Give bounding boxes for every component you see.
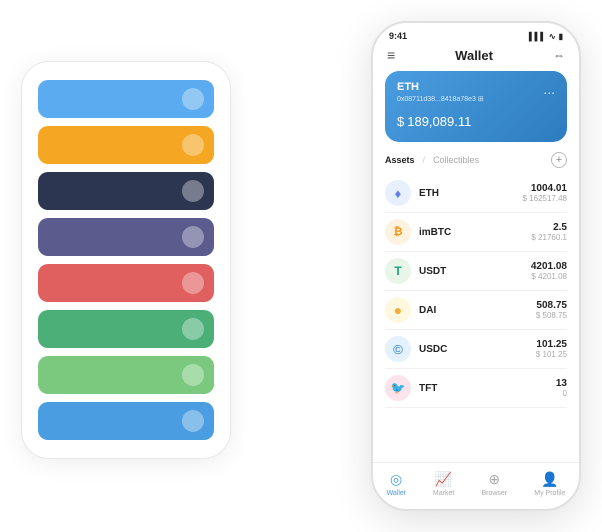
tft-name: TFT — [419, 383, 556, 394]
eth-card-coin: ETH — [397, 81, 555, 93]
eth-amount: 1004.01 — [523, 183, 568, 194]
battery-icon: ▮ — [559, 32, 563, 41]
tab-collectibles[interactable]: Collectibles — [433, 155, 479, 165]
imbtc-amounts: 2.5 $ 21760.1 — [531, 222, 567, 242]
expand-icon[interactable]: ⇔ — [553, 48, 565, 62]
asset-row-imbtc[interactable]: ₿ imBTC 2.5 $ 21760.1 — [385, 213, 567, 252]
tab-slash: / — [423, 155, 426, 165]
page-title: Wallet — [455, 48, 493, 63]
imbtc-name: imBTC — [419, 227, 531, 238]
dai-amount: 508.75 — [536, 300, 567, 311]
wallet-nav-icon: ◎ — [390, 471, 402, 488]
eth-card-address: 0x08711d38...8418a78e3 ⊞ — [397, 95, 555, 103]
browser-nav-icon: ⊕ — [488, 471, 500, 488]
imbtc-usd: $ 21760.1 — [531, 233, 567, 242]
nav-market[interactable]: 📈 Market — [433, 471, 454, 497]
status-time: 9:41 — [389, 31, 407, 41]
usdc-amounts: 101.25 $ 101.25 — [536, 339, 567, 359]
status-bar: 9:41 ▌▌▌ ∿ ▮ — [373, 23, 579, 45]
asset-row-usdc[interactable]: © USDC 101.25 $ 101.25 — [385, 330, 567, 369]
asset-row-tft[interactable]: 🐦 TFT 13 0 — [385, 369, 567, 408]
wifi-icon: ∿ — [549, 32, 556, 41]
card-item-7 — [38, 356, 214, 394]
card-item-6 — [38, 310, 214, 348]
tft-amount: 13 — [556, 378, 567, 389]
profile-nav-label: My Profile — [534, 490, 565, 497]
dai-usd: $ 508.75 — [536, 311, 567, 320]
usdt-usd: $ 4201.08 — [531, 272, 567, 281]
market-nav-label: Market — [433, 490, 454, 497]
usdc-usd: $ 101.25 — [536, 350, 567, 359]
imbtc-icon: ₿ — [385, 219, 411, 245]
usdt-name: USDT — [419, 266, 531, 277]
card-item-5 — [38, 264, 214, 302]
imbtc-amount: 2.5 — [531, 222, 567, 233]
app-header: ≡ Wallet ⇔ — [373, 45, 579, 71]
card-item-3 — [38, 172, 214, 210]
card-stack — [21, 61, 231, 459]
wallet-nav-label: Wallet — [387, 490, 406, 497]
eth-wallet-card[interactable]: ... ETH 0x08711d38...8418a78e3 ⊞ $189,08… — [385, 71, 567, 142]
browser-nav-label: Browser — [481, 490, 507, 497]
menu-icon[interactable]: ≡ — [387, 47, 395, 63]
card-item-1 — [38, 80, 214, 118]
eth-card-balance: $189,089.11 — [397, 109, 555, 132]
tft-usd: 0 — [556, 389, 567, 398]
nav-profile[interactable]: 👤 My Profile — [534, 471, 565, 497]
usdc-icon: © — [385, 336, 411, 362]
tab-assets[interactable]: Assets — [385, 155, 415, 165]
status-icons: ▌▌▌ ∿ ▮ — [529, 32, 563, 41]
tft-icon: 🐦 — [385, 375, 411, 401]
asset-row-dai[interactable]: ● DAI 508.75 $ 508.75 — [385, 291, 567, 330]
usdc-name: USDC — [419, 344, 536, 355]
signal-icon: ▌▌▌ — [529, 32, 546, 41]
usdt-icon: T — [385, 258, 411, 284]
eth-usd: $ 162517.48 — [523, 194, 568, 203]
add-asset-button[interactable]: + — [551, 152, 567, 168]
asset-row-usdt[interactable]: T USDT 4201.08 $ 4201.08 — [385, 252, 567, 291]
usdt-amount: 4201.08 — [531, 261, 567, 272]
asset-list: ♦ ETH 1004.01 $ 162517.48 ₿ imBTC 2.5 $ … — [373, 174, 579, 462]
card-item-4 — [38, 218, 214, 256]
card-item-8 — [38, 402, 214, 440]
card-item-2 — [38, 126, 214, 164]
dai-amounts: 508.75 $ 508.75 — [536, 300, 567, 320]
eth-amounts: 1004.01 $ 162517.48 — [523, 183, 568, 203]
eth-icon: ♦ — [385, 180, 411, 206]
bottom-nav: ◎ Wallet 📈 Market ⊕ Browser 👤 My Profile — [373, 462, 579, 509]
profile-nav-icon: 👤 — [541, 471, 558, 488]
eth-name: ETH — [419, 188, 523, 199]
usdt-amounts: 4201.08 $ 4201.08 — [531, 261, 567, 281]
dai-icon: ● — [385, 297, 411, 323]
assets-header: Assets / Collectibles + — [373, 152, 579, 174]
asset-row-eth[interactable]: ♦ ETH 1004.01 $ 162517.48 — [385, 174, 567, 213]
nav-wallet[interactable]: ◎ Wallet — [387, 471, 406, 497]
tft-amounts: 13 0 — [556, 378, 567, 398]
phone-frame: 9:41 ▌▌▌ ∿ ▮ ≡ Wallet ⇔ ... ETH 0x08711d… — [371, 21, 581, 511]
market-nav-icon: 📈 — [435, 471, 452, 488]
assets-tabs: Assets / Collectibles — [385, 155, 479, 165]
nav-browser[interactable]: ⊕ Browser — [481, 471, 507, 497]
usdc-amount: 101.25 — [536, 339, 567, 350]
dai-name: DAI — [419, 305, 536, 316]
